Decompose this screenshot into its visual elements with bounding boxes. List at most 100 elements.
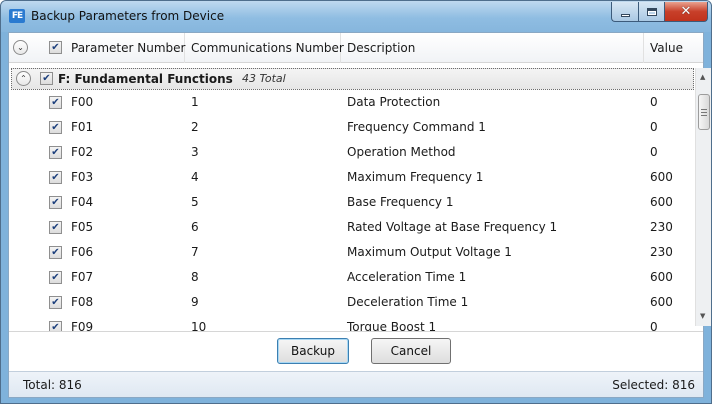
scroll-up-icon[interactable]: ▲ xyxy=(700,73,705,81)
header-description[interactable]: Description xyxy=(341,33,644,63)
table-row[interactable]: ✔ F09 10 Torque Boost 1 0 xyxy=(9,316,693,331)
group-header-row[interactable]: ⌃ ✔ F: Fundamental Functions 43 Total xyxy=(11,68,694,90)
header-value[interactable]: Value xyxy=(644,33,690,63)
cell-parameter-number: F02 xyxy=(71,145,94,159)
cell-parameter-number: F07 xyxy=(71,270,94,284)
cell-value: 600 xyxy=(650,195,673,209)
maximize-button[interactable] xyxy=(638,2,664,22)
backup-button[interactable]: Backup xyxy=(277,338,349,364)
scroll-down-icon[interactable]: ▼ xyxy=(700,312,705,320)
close-icon: ✕ xyxy=(680,4,692,19)
cell-description: Data Protection xyxy=(347,95,441,109)
cell-parameter-number: F04 xyxy=(71,195,94,209)
check-icon: ✔ xyxy=(51,42,60,53)
cell-value: 230 xyxy=(650,220,673,234)
cell-communications-number: 10 xyxy=(191,320,207,331)
cell-description: Acceleration Time 1 xyxy=(347,270,467,284)
header-communications-number[interactable]: Communications Number xyxy=(185,33,344,63)
cell-description: Torque Boost 1 xyxy=(347,320,437,331)
row-checkbox[interactable]: ✔ xyxy=(49,296,62,309)
dialog-window: FE Backup Parameters from Device ✕ ⌄ ✔ P… xyxy=(0,0,712,404)
check-icon: ✔ xyxy=(51,197,60,208)
close-button[interactable]: ✕ xyxy=(664,2,708,22)
total-count: Total: 816 xyxy=(23,378,82,392)
group-checkbox[interactable]: ✔ xyxy=(40,72,53,85)
window-title: Backup Parameters from Device xyxy=(31,9,225,23)
table-row[interactable]: ✔ F00 1 Data Protection 0 xyxy=(9,91,693,116)
cell-communications-number: 1 xyxy=(191,95,199,109)
row-checkbox[interactable]: ✔ xyxy=(49,171,62,184)
row-checkbox[interactable]: ✔ xyxy=(49,146,62,159)
cell-description: Frequency Command 1 xyxy=(347,120,486,134)
cell-description: Maximum Frequency 1 xyxy=(347,170,484,184)
cell-value: 600 xyxy=(650,270,673,284)
chevron-down-icon: ⌄ xyxy=(17,43,24,52)
cell-value: 0 xyxy=(650,95,658,109)
expand-all-button[interactable]: ⌄ xyxy=(13,40,28,55)
check-icon: ✔ xyxy=(51,322,60,331)
check-icon: ✔ xyxy=(51,272,60,283)
header-parameter-number[interactable]: Parameter Number xyxy=(65,33,185,63)
cell-parameter-number: F09 xyxy=(71,320,94,331)
minimize-button[interactable] xyxy=(611,2,638,22)
check-icon: ✔ xyxy=(51,97,60,108)
row-checkbox[interactable]: ✔ xyxy=(49,246,62,259)
cell-communications-number: 7 xyxy=(191,245,199,259)
app-logo-icon: FE xyxy=(9,9,25,23)
check-icon: ✔ xyxy=(51,297,60,308)
check-icon: ✔ xyxy=(42,73,51,84)
select-all-checkbox[interactable]: ✔ xyxy=(49,41,62,54)
dialog-body: ⌄ ✔ Parameter Number Communications Numb… xyxy=(8,32,711,398)
cell-communications-number: 8 xyxy=(191,270,199,284)
grip-line xyxy=(701,109,707,110)
collapse-group-button[interactable]: ⌃ xyxy=(16,71,31,86)
table-row[interactable]: ✔ F05 6 Rated Voltage at Base Frequency … xyxy=(9,216,693,241)
selected-count: Selected: 816 xyxy=(612,378,695,392)
title-bar[interactable]: FE Backup Parameters from Device ✕ xyxy=(1,1,711,32)
row-checkbox[interactable]: ✔ xyxy=(49,196,62,209)
cell-value: 0 xyxy=(650,145,658,159)
check-icon: ✔ xyxy=(51,172,60,183)
vertical-scrollbar[interactable]: ▲ ▼ xyxy=(695,68,711,326)
grip-line xyxy=(701,112,707,113)
scroll-thumb[interactable] xyxy=(698,94,710,130)
cell-value: 0 xyxy=(650,120,658,134)
cell-communications-number: 3 xyxy=(191,145,199,159)
column-header-row: ⌄ ✔ Parameter Number Communications Numb… xyxy=(9,33,703,63)
table-row[interactable]: ✔ F07 8 Acceleration Time 1 600 xyxy=(9,266,693,291)
row-checkbox[interactable]: ✔ xyxy=(49,221,62,234)
check-icon: ✔ xyxy=(51,222,60,233)
cell-parameter-number: F01 xyxy=(71,120,94,134)
cell-parameter-number: F03 xyxy=(71,170,94,184)
cell-communications-number: 4 xyxy=(191,170,199,184)
row-checkbox[interactable]: ✔ xyxy=(49,121,62,134)
table-row[interactable]: ✔ F01 2 Frequency Command 1 0 xyxy=(9,116,693,141)
cell-value: 0 xyxy=(650,320,658,331)
row-checkbox[interactable]: ✔ xyxy=(49,271,62,284)
cell-parameter-number: F08 xyxy=(71,295,94,309)
row-checkbox[interactable]: ✔ xyxy=(49,321,62,331)
grip-line xyxy=(701,115,707,116)
check-icon: ✔ xyxy=(51,122,60,133)
table-row[interactable]: ✔ F06 7 Maximum Output Voltage 1 230 xyxy=(9,241,693,266)
cell-parameter-number: F00 xyxy=(71,95,94,109)
group-count: 43 Total xyxy=(242,72,286,85)
cell-communications-number: 9 xyxy=(191,295,199,309)
cell-parameter-number: F05 xyxy=(71,220,94,234)
cell-description: Operation Method xyxy=(347,145,456,159)
table-row[interactable]: ✔ F02 3 Operation Method 0 xyxy=(9,141,693,166)
cancel-button[interactable]: Cancel xyxy=(371,338,451,364)
check-icon: ✔ xyxy=(51,147,60,158)
table-row[interactable]: ✔ F03 4 Maximum Frequency 1 600 xyxy=(9,166,693,191)
cell-description: Deceleration Time 1 xyxy=(347,295,469,309)
table-row[interactable]: ✔ F08 9 Deceleration Time 1 600 xyxy=(9,291,693,316)
row-checkbox[interactable]: ✔ xyxy=(49,96,62,109)
cell-value: 600 xyxy=(650,170,673,184)
cell-description: Rated Voltage at Base Frequency 1 xyxy=(347,220,558,234)
cell-description: Base Frequency 1 xyxy=(347,195,454,209)
cell-communications-number: 2 xyxy=(191,120,199,134)
cell-description: Maximum Output Voltage 1 xyxy=(347,245,512,259)
cell-communications-number: 6 xyxy=(191,220,199,234)
check-icon: ✔ xyxy=(51,247,60,258)
table-row[interactable]: ✔ F04 5 Base Frequency 1 600 xyxy=(9,191,693,216)
